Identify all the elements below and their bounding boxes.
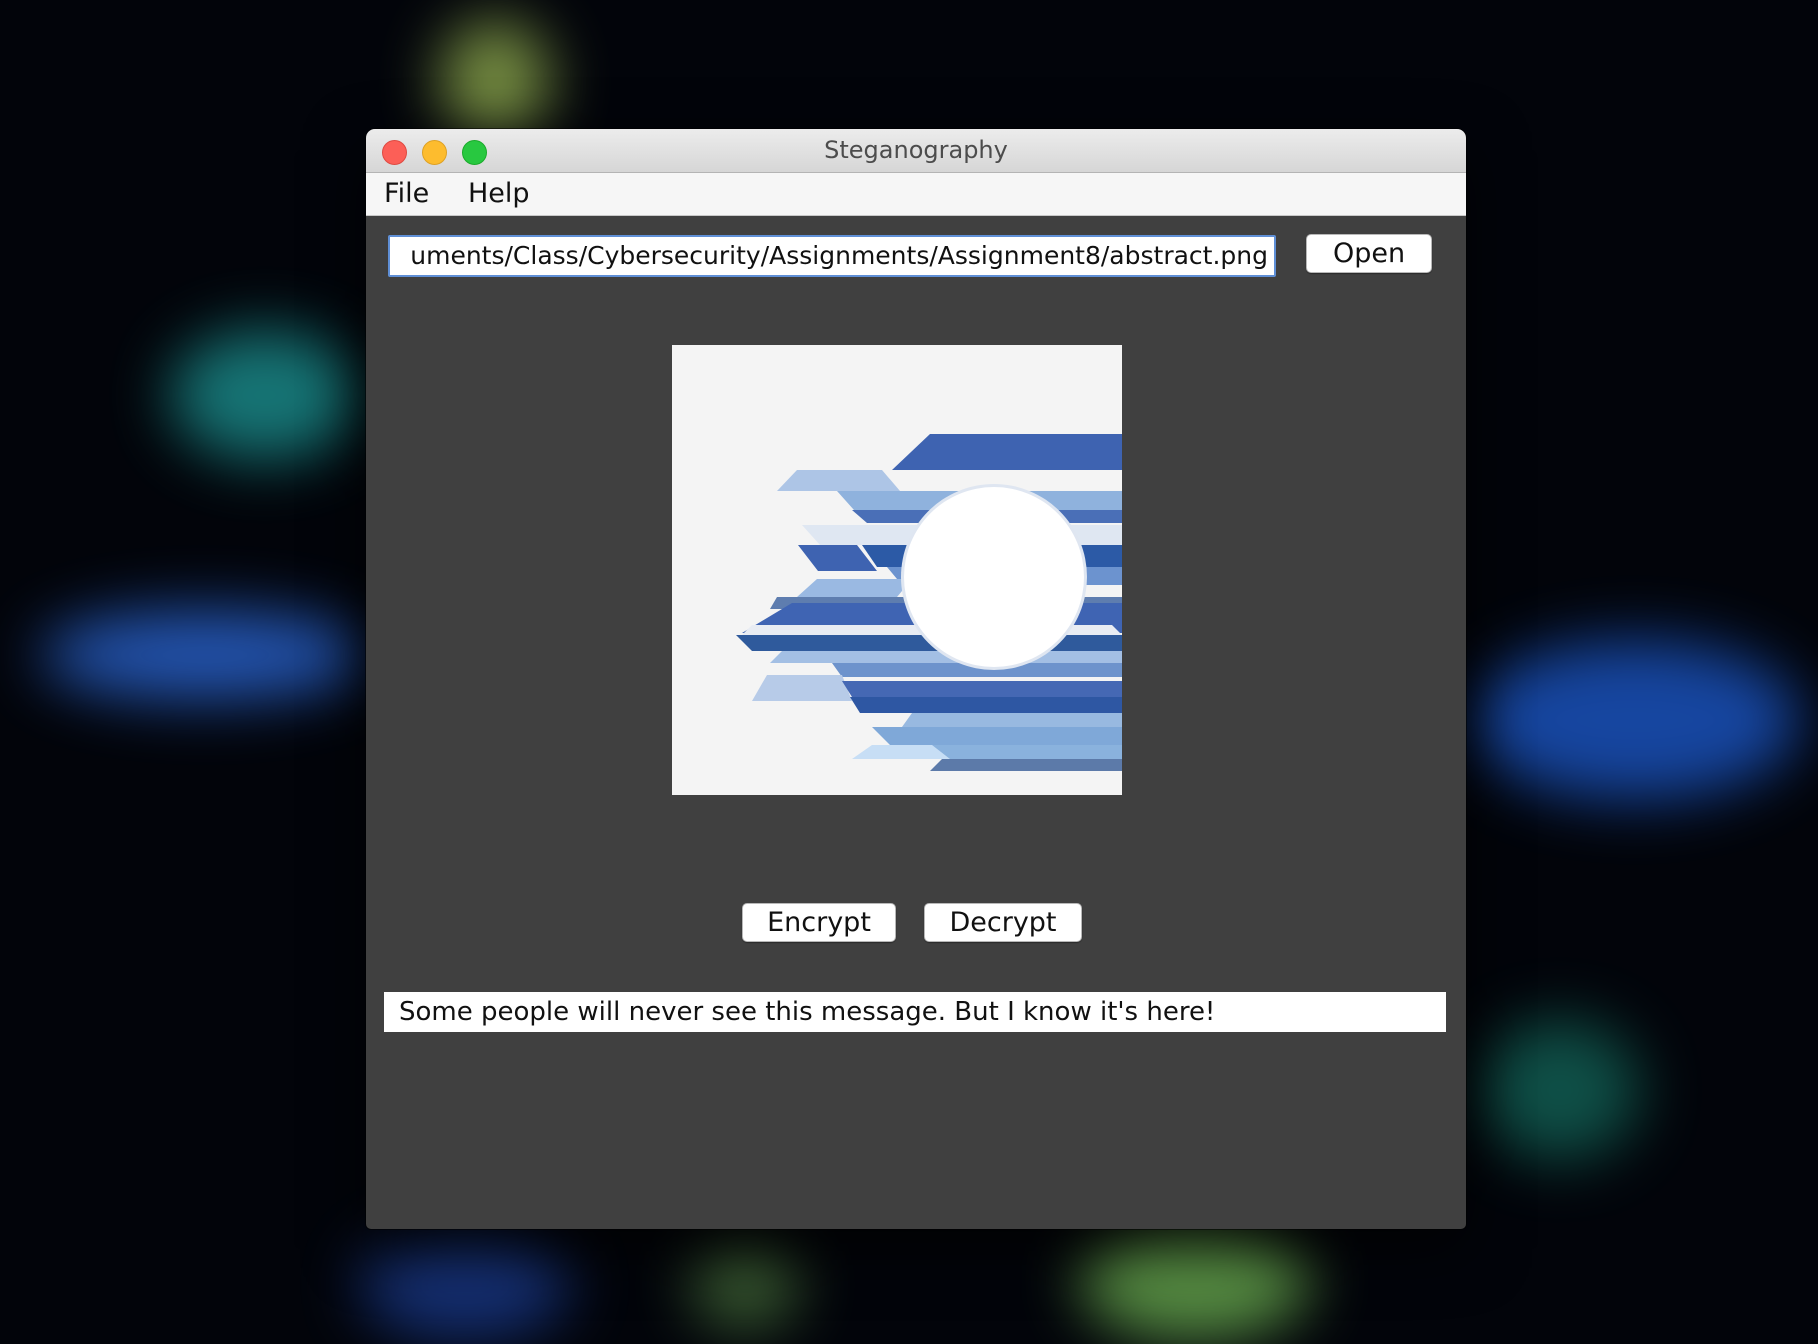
open-button[interactable]: Open: [1306, 234, 1432, 273]
message-field[interactable]: Some people will never see this message.…: [384, 992, 1446, 1032]
file-path-text: uments/Class/Cybersecurity/Assignments/A…: [410, 241, 1268, 270]
decrypt-button[interactable]: Decrypt: [924, 903, 1082, 942]
nebula-cloud: [440, 20, 550, 140]
menu-bar: File Help: [366, 173, 1466, 216]
window-title: Steganography: [824, 136, 1008, 164]
nebula-cloud: [690, 1240, 800, 1330]
steganography-window: Steganography File Help uments/Class/Cyb…: [366, 129, 1466, 1229]
encrypt-button[interactable]: Encrypt: [742, 903, 896, 942]
menu-file[interactable]: File: [384, 173, 429, 215]
menu-help[interactable]: Help: [468, 173, 530, 215]
message-text: Some people will never see this message.…: [399, 997, 1216, 1027]
file-path-input[interactable]: uments/Class/Cybersecurity/Assignments/A…: [388, 235, 1276, 277]
image-preview: [672, 345, 1122, 795]
abstract-image: [672, 345, 1122, 795]
nebula-cloud: [1080, 1220, 1310, 1340]
nebula-cloud: [360, 1230, 570, 1340]
nebula-cloud: [170, 330, 360, 460]
nebula-cloud: [1470, 640, 1800, 800]
nebula-cloud: [40, 610, 370, 700]
title-bar[interactable]: Steganography: [366, 129, 1466, 173]
nebula-cloud: [1480, 1020, 1640, 1160]
